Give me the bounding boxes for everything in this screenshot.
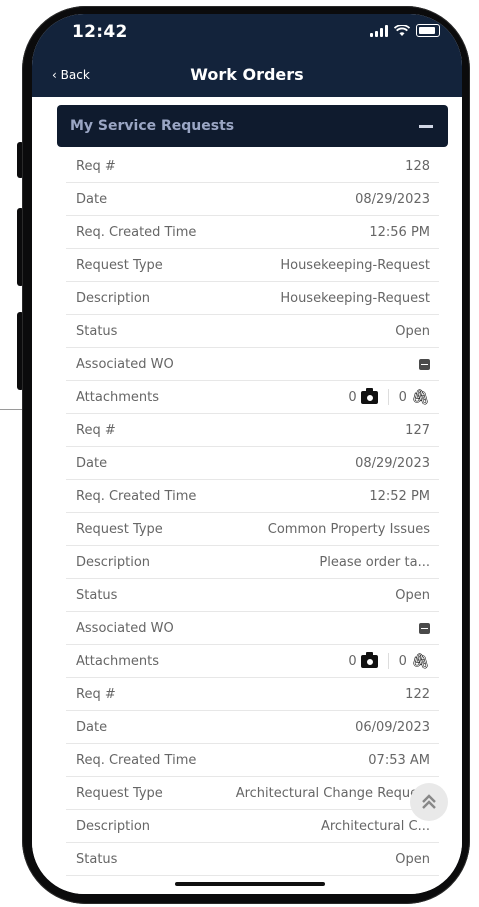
table-row: Req #127 xyxy=(66,414,439,447)
minus-square-icon[interactable] xyxy=(419,622,430,634)
table-row: Attachments 0 0 🖇 xyxy=(66,381,439,414)
photo-count: 0 xyxy=(348,389,357,405)
photo-count: 0 xyxy=(348,653,357,669)
minus-square-icon[interactable] xyxy=(419,358,430,370)
table-row: Req #122 xyxy=(66,678,439,711)
battery-icon xyxy=(416,24,440,37)
collapse-icon[interactable] xyxy=(419,125,433,128)
content-area[interactable]: My Service Requests Req #128 Date 08/29/2… xyxy=(32,97,462,894)
table-row: Request Type Architectural Change Request xyxy=(66,777,439,810)
divider xyxy=(387,389,389,405)
file-count: 0 xyxy=(398,389,407,405)
double-chevron-up-icon[interactable] xyxy=(410,783,448,821)
table-row: Attachments 0 0 🖇 xyxy=(66,645,439,678)
table-row: Req. Created Time 07:53 AM xyxy=(66,744,439,777)
home-indicator xyxy=(175,882,325,886)
status-icons xyxy=(370,24,440,37)
attachments-counts: 0 0 🖇 xyxy=(348,387,430,406)
wifi-icon xyxy=(394,24,410,36)
section-header[interactable]: My Service Requests xyxy=(57,105,448,147)
table-row: Date 08/29/2023 xyxy=(66,447,439,480)
table-row: Request Type Housekeeping-Request xyxy=(66,249,439,282)
table-row: Status Open xyxy=(66,579,439,612)
table-row: Associated WO xyxy=(66,612,439,645)
table-row: Description Housekeeping-Request xyxy=(66,282,439,315)
table-row: Description Architectural C... xyxy=(66,810,439,843)
section-title: My Service Requests xyxy=(70,118,235,134)
table-row: Req. Created Time 12:52 PM xyxy=(66,480,439,513)
paperclip-icon[interactable]: 🖇 xyxy=(411,652,430,670)
table-row: Date 08/29/2023 xyxy=(66,183,439,216)
table-row: Status Open xyxy=(66,315,439,348)
phone-screen: 12:42 ‹ Back Work Orders My Service Requ… xyxy=(32,14,462,894)
paperclip-icon[interactable]: 🖇 xyxy=(411,388,430,406)
scroll-top-glyph xyxy=(422,794,436,809)
camera-icon[interactable] xyxy=(360,651,378,668)
attachments-counts: 0 0 🖇 xyxy=(348,651,430,670)
request-list: Req #128 Date 08/29/2023 Req. Created Tim… xyxy=(66,150,439,876)
page-title: Work Orders xyxy=(190,65,304,84)
table-row: Request Type Common Property Issues xyxy=(66,513,439,546)
signal-icon xyxy=(370,24,388,37)
table-row: Associated WO xyxy=(66,348,439,381)
table-row: Req #128 xyxy=(66,150,439,183)
table-row: Description Please order ta... xyxy=(66,546,439,579)
table-row: Date 06/09/2023 xyxy=(66,711,439,744)
file-count: 0 xyxy=(398,653,407,669)
table-row: Req. Created Time 12:56 PM xyxy=(66,216,439,249)
table-row: Status Open xyxy=(66,843,439,876)
status-time: 12:42 xyxy=(72,22,128,42)
divider xyxy=(387,653,389,669)
top-bar: 12:42 ‹ Back Work Orders xyxy=(32,14,462,97)
camera-icon[interactable] xyxy=(360,387,378,404)
